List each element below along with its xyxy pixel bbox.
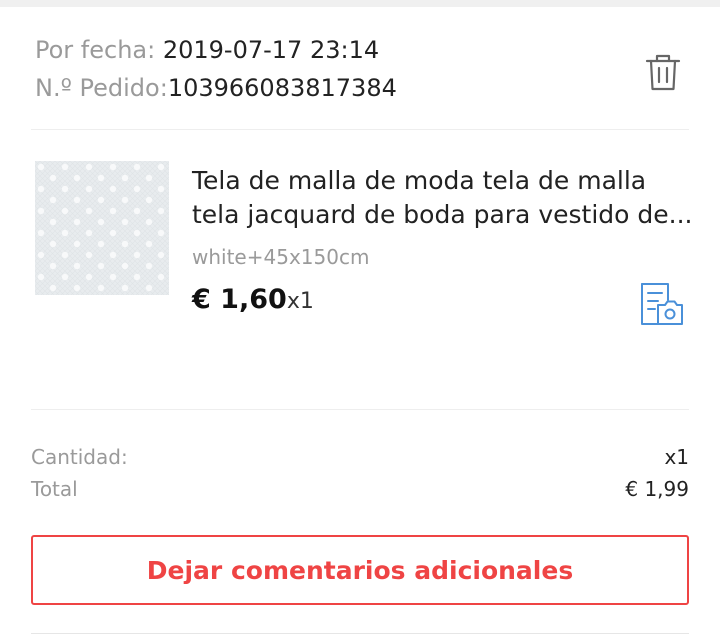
divider <box>31 409 689 410</box>
order-date-value: 2019-07-17 23:14 <box>162 36 380 64</box>
leave-feedback-button[interactable]: Dejar comentarios adicionales <box>31 535 689 605</box>
order-header: Por fecha: 2019-07-17 23:14 N.º Pedido:1… <box>0 7 720 129</box>
summary-total-label: Total <box>31 477 78 501</box>
product-title-line-2: tela jacquard de boda para vestido de... <box>192 200 693 229</box>
summary-total-row: Total € 1,99 <box>31 476 689 502</box>
product-title-line-1: Tela de malla de moda tela de malla <box>192 166 647 195</box>
summary-total-value: € 1,99 <box>625 477 689 501</box>
product-quantity: x1 <box>286 289 314 314</box>
trash-icon[interactable] <box>643 49 683 97</box>
product-price-row: € 1,60x1 <box>192 284 314 315</box>
summary-quantity-value: x1 <box>664 445 689 469</box>
top-separator <box>0 0 720 7</box>
product-title[interactable]: Tela de malla de moda tela de malla tela… <box>192 164 692 232</box>
summary-quantity-label: Cantidad: <box>31 445 128 469</box>
order-number-label: N.º Pedido: <box>35 74 168 102</box>
order-date-label: Por fecha: <box>35 36 163 64</box>
divider <box>31 633 689 634</box>
order-snapshot-icon[interactable] <box>638 282 686 326</box>
order-number-value: 103966083817384 <box>167 74 397 102</box>
order-date-row: Por fecha: 2019-07-17 23:14 <box>35 35 379 65</box>
product-image[interactable] <box>35 161 169 295</box>
order-number-row: N.º Pedido:103966083817384 <box>35 73 397 103</box>
divider <box>31 129 689 130</box>
summary-quantity-row: Cantidad: x1 <box>31 444 689 470</box>
product-price: € 1,60 <box>192 284 287 315</box>
product-variant: white+45x150cm <box>192 245 370 269</box>
